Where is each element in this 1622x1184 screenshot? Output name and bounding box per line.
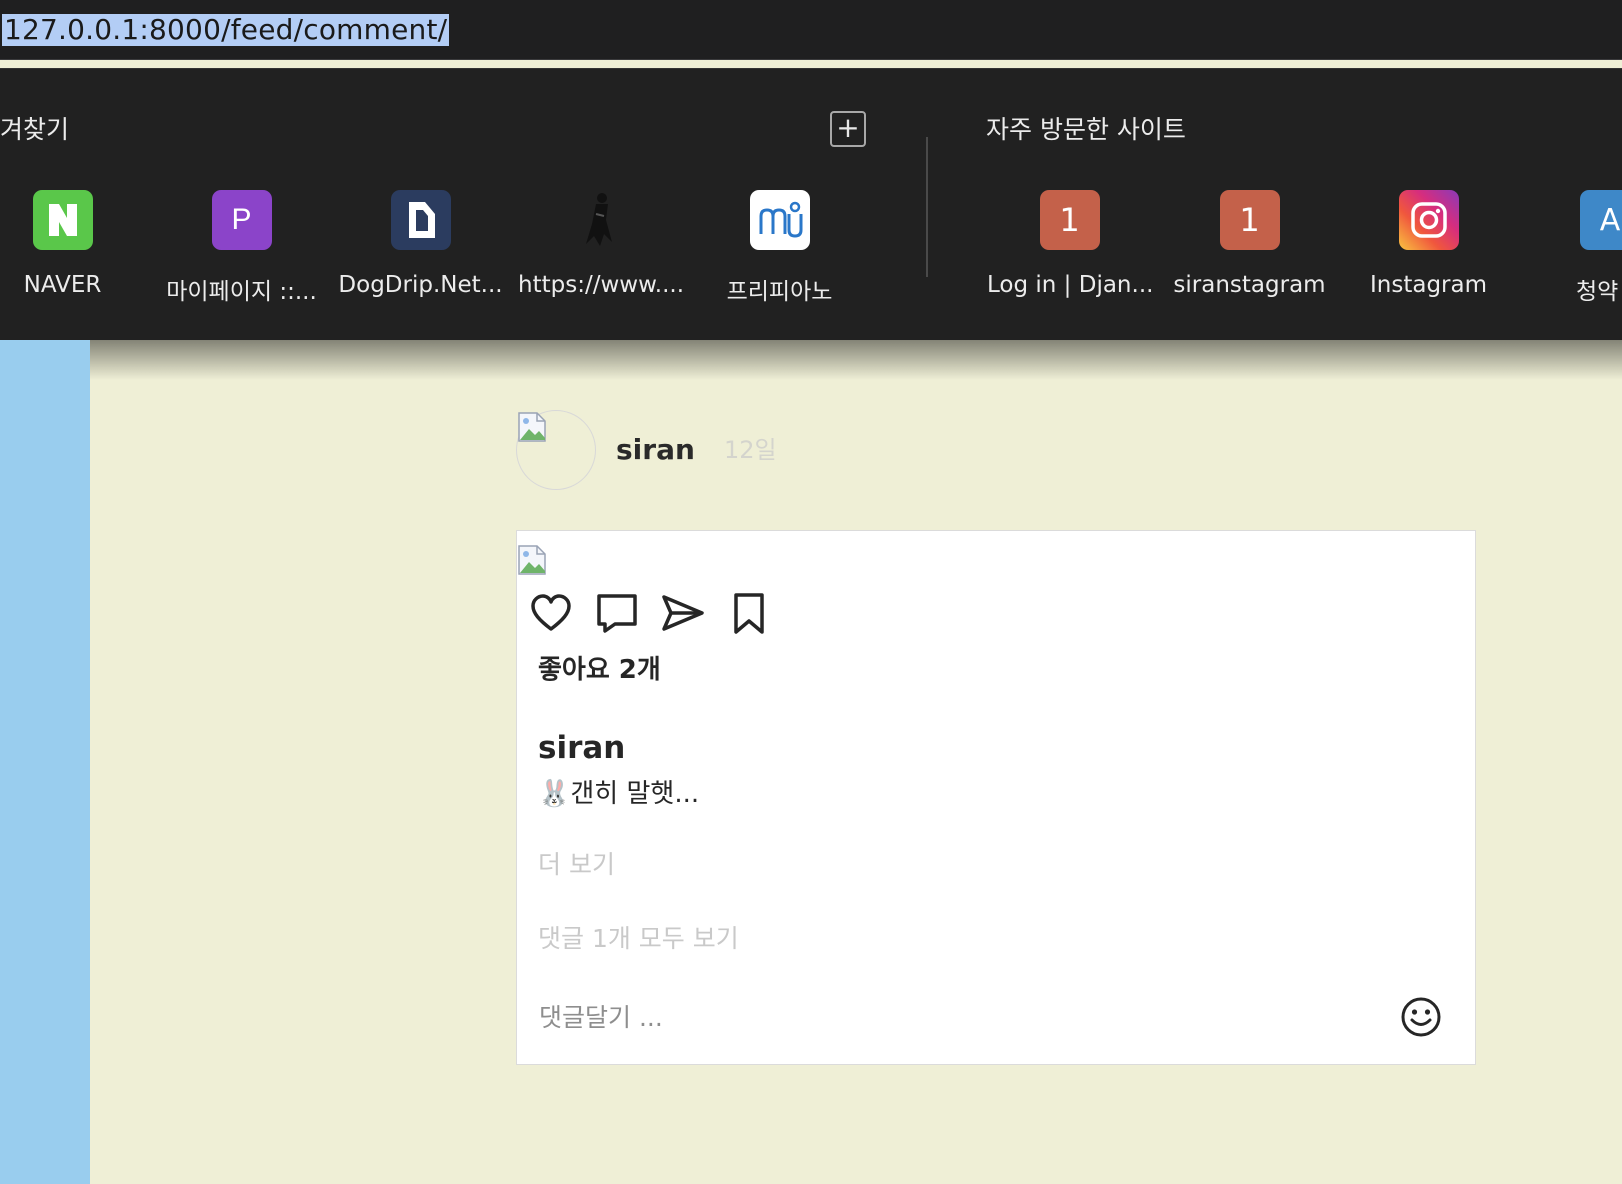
caption-author[interactable]: siran [538, 727, 625, 769]
silhouette-icon [571, 190, 631, 250]
frequent-site-django[interactable]: 1 Log in | Djan... [987, 190, 1152, 298]
bookmark-mypage[interactable]: P 마이페이지 ::... [159, 190, 324, 306]
bookmark-label: 마이페이지 ::... [166, 279, 317, 305]
caption-text: 🐰갠히 말햇... [538, 779, 700, 809]
bookmark-label: https://www.... [518, 272, 683, 298]
p-icon: P [211, 190, 272, 250]
post-date: 12일 [724, 436, 777, 464]
panel-shadow [0, 340, 1622, 380]
frequent-site-label: Log in | Djan... [987, 272, 1152, 298]
letter-tile-icon: A [1580, 190, 1622, 250]
post-actions [529, 591, 771, 635]
frequent-site-siranstagram[interactable]: 1 siranstagram [1167, 190, 1332, 298]
likes-count[interactable]: 좋아요 2개 [538, 651, 661, 689]
heart-icon[interactable] [529, 591, 573, 635]
bookmark-https[interactable]: https://www.... [518, 190, 683, 298]
broken-image-icon [518, 412, 546, 442]
frequent-sites-title: 자주 방문한 사이트 [986, 115, 1186, 144]
bookmark-dogdrip[interactable]: DogDrip.Net... [338, 190, 503, 298]
frequent-site-label: siranstagram [1173, 272, 1326, 298]
instagram-icon [1398, 190, 1459, 250]
left-sidebar [0, 340, 90, 1184]
more-link[interactable]: 더 보기 [538, 847, 615, 883]
bookmark-label: NAVER [23, 272, 102, 298]
bookmark-icon[interactable] [727, 591, 771, 635]
letter-tile-icon: 1 [1039, 190, 1100, 250]
view-all-comments-link[interactable]: 댓글 1개 모두 보기 [538, 921, 739, 957]
frequent-site-instagram[interactable]: Instagram [1346, 190, 1511, 298]
dogdrip-icon [390, 190, 451, 250]
bookmarks-title: 겨찾기 [0, 115, 70, 144]
avatar[interactable] [516, 410, 596, 490]
bookmark-label: DogDrip.Net... [338, 272, 503, 298]
bookmark-freepiano[interactable]: 프리피아노 [697, 190, 862, 306]
post-username[interactable]: siran [616, 430, 695, 470]
frequent-site-label: 청약 [1576, 279, 1619, 305]
url-bar[interactable]: 127.0.0.1:8000/feed/comment/ [0, 0, 1622, 60]
comment-input[interactable] [539, 997, 1359, 1037]
broken-image-icon [518, 545, 546, 575]
comment-icon[interactable] [595, 591, 639, 635]
post-card: 좋아요 2개 siran 🐰갠히 말햇... 더 보기 댓글 1개 모두 보기 [516, 530, 1476, 1065]
add-bookmark-button[interactable]: + [830, 111, 866, 147]
frequent-site-label: Instagram [1369, 272, 1487, 298]
naver-icon [32, 190, 93, 250]
bookmark-label: 프리피아노 [726, 279, 833, 305]
send-icon[interactable] [661, 591, 705, 635]
emoji-icon[interactable] [1399, 995, 1443, 1039]
musescore-icon [749, 190, 810, 250]
frequent-site-cheongyak[interactable]: A 청약 [1526, 190, 1622, 306]
url-text[interactable]: 127.0.0.1:8000/feed/comment/ [2, 14, 450, 46]
bookmark-naver[interactable]: NAVER [0, 190, 145, 298]
panel-divider [926, 137, 928, 277]
letter-tile-icon: 1 [1219, 190, 1280, 250]
